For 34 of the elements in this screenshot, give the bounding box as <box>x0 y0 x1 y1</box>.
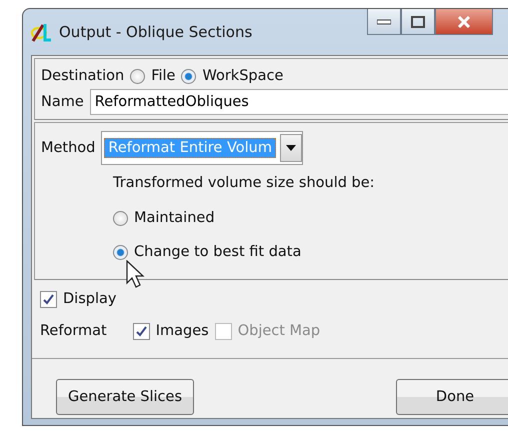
cursor-icon <box>126 260 146 290</box>
radio-label: File <box>151 68 176 84</box>
close-button[interactable] <box>435 9 493 35</box>
radio-button[interactable] <box>130 68 146 84</box>
reformat-label: Reformat <box>40 323 107 339</box>
done-button[interactable]: Done <box>396 379 508 415</box>
radio-label: Change to best fit data <box>134 244 302 260</box>
radio-label: WorkSpace <box>202 68 284 84</box>
minimize-icon <box>377 18 391 24</box>
app-icon <box>31 21 53 43</box>
display-checkbox[interactable] <box>40 290 57 308</box>
maximize-icon <box>411 16 425 28</box>
checkmark-icon <box>136 326 147 336</box>
dropdown-button[interactable] <box>280 134 302 162</box>
caret-icon <box>286 145 296 151</box>
checkbox-label: Object Map <box>238 323 320 339</box>
checkbox[interactable] <box>132 322 150 340</box>
close-icon <box>457 16 471 28</box>
destination-label: Destination <box>41 68 124 84</box>
checkbox-label: Images <box>156 323 209 339</box>
radio-button[interactable] <box>181 68 196 84</box>
window-title: Output - Oblique Sections <box>59 23 252 41</box>
minimize-button[interactable] <box>367 9 401 35</box>
maximize-button[interactable] <box>401 9 435 35</box>
name-label: Name <box>41 94 84 110</box>
radio-button[interactable] <box>113 210 128 226</box>
checkmark-icon <box>43 294 54 304</box>
checkbox-label: Display <box>63 291 116 307</box>
method-label: Method <box>41 140 96 156</box>
radio-label: Maintained <box>134 210 215 226</box>
name-field[interactable]: ReformattedObliques <box>90 89 508 115</box>
generate-button[interactable]: Generate Slices <box>56 379 194 415</box>
radio-button[interactable] <box>113 244 128 260</box>
prompt-text: Transformed volume size should be: <box>113 175 375 191</box>
